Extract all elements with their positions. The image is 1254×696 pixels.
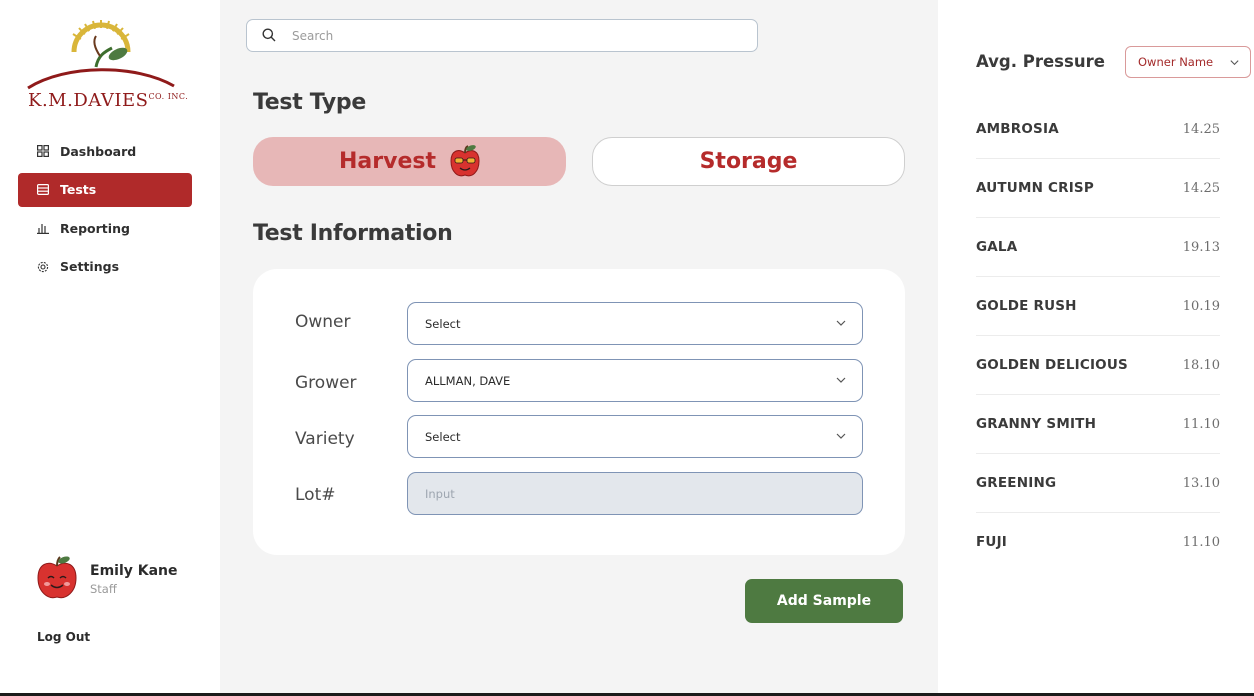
- sidebar-item-tests[interactable]: Tests: [18, 172, 192, 207]
- variety-name: GALA: [976, 239, 1018, 255]
- owner-name-filter-value: Owner Name: [1138, 55, 1214, 69]
- owner-label: Owner: [295, 312, 351, 332]
- harvest-toggle-button[interactable]: Harvest: [253, 137, 566, 186]
- pressure-panel-title: Avg. Pressure: [976, 52, 1105, 71]
- list-icon: [36, 183, 50, 197]
- sidebar-item-reporting[interactable]: Reporting: [18, 211, 192, 245]
- pressure-value: 11.10: [1182, 535, 1220, 550]
- grower-label: Grower: [295, 373, 357, 393]
- sidebar-item-label: Reporting: [60, 220, 130, 236]
- lot-label: Lot#: [295, 485, 336, 505]
- list-item: GREENING 13.10: [976, 454, 1220, 513]
- variety-name: FUJI: [976, 534, 1008, 550]
- grower-select[interactable]: ALLMAN, DAVE: [407, 359, 863, 402]
- test-information-title: Test Information: [253, 221, 453, 246]
- user-profile: Emily Kane Staff: [36, 556, 178, 602]
- variety-name: GRANNY SMITH: [976, 416, 1097, 432]
- sidebar-item-label: Tests: [60, 182, 97, 197]
- search-bar[interactable]: [246, 19, 758, 52]
- search-input[interactable]: [292, 28, 712, 43]
- harvest-label: Harvest: [339, 149, 436, 174]
- pressure-value: 19.13: [1182, 240, 1220, 255]
- grid-icon: [36, 144, 50, 158]
- storage-label: Storage: [699, 149, 798, 174]
- list-item: AUTUMN CRISP 14.25: [976, 159, 1220, 218]
- test-information-card: Owner Select Grower ALLMAN, DAVE Variety…: [253, 269, 905, 555]
- chevron-down-icon: [835, 374, 847, 386]
- variety-select[interactable]: Select: [407, 415, 863, 458]
- variety-name: AMBROSIA: [976, 121, 1059, 137]
- lot-field[interactable]: [407, 472, 863, 515]
- variety-pressure-list: AMBROSIA 14.25 AUTUMN CRISP 14.25 GALA 19.13 G…: [976, 100, 1220, 572]
- list-item: FUJI 11.10: [976, 513, 1220, 572]
- pressure-value: 14.25: [1182, 122, 1220, 137]
- company-name: K.M.DAVIESCO. INC.: [28, 90, 189, 111]
- chevron-down-icon: [835, 430, 847, 442]
- sidebar-item-label: Dashboard: [60, 143, 137, 159]
- list-item: GOLDE RUSH 10.19: [976, 277, 1220, 336]
- main-content: Test Type Harvest Storage Test Informati…: [220, 0, 938, 693]
- chevron-down-icon: [835, 317, 847, 329]
- owner-select-value: Select: [425, 316, 461, 331]
- sidebar-item-dashboard[interactable]: Dashboard: [18, 134, 192, 168]
- storage-toggle-button[interactable]: Storage: [592, 137, 905, 186]
- apple-sunglasses-icon: [450, 144, 480, 179]
- test-type-title: Test Type: [253, 90, 366, 115]
- user-name: Emily Kane: [90, 562, 178, 579]
- pressure-panel: Avg. Pressure Owner Name AMBROSIA 14.25 AU…: [938, 0, 1254, 693]
- gear-icon: [36, 260, 50, 274]
- grower-select-value: ALLMAN, DAVE: [425, 373, 511, 388]
- lot-input[interactable]: [425, 486, 825, 501]
- add-sample-button[interactable]: Add Sample: [745, 579, 903, 623]
- variety-label: Variety: [295, 429, 355, 449]
- app-window: K.M.DAVIESCO. INC. Dashboard Tests Repor…: [0, 0, 1254, 696]
- bar-chart-icon: [36, 221, 50, 235]
- variety-name: GREENING: [976, 475, 1057, 491]
- pressure-value: 10.19: [1182, 299, 1220, 314]
- list-item: GOLDEN DELICIOUS 18.10: [976, 336, 1220, 395]
- list-item: GRANNY SMITH 11.10: [976, 395, 1220, 454]
- pressure-value: 13.10: [1182, 476, 1220, 491]
- sidebar-item-settings[interactable]: Settings: [18, 250, 192, 284]
- variety-select-value: Select: [425, 429, 461, 444]
- apple-face-icon: [36, 556, 78, 602]
- sidebar-nav: Dashboard Tests Reporting Settings: [18, 134, 192, 288]
- variety-name: AUTUMN CRISP: [976, 180, 1094, 196]
- owner-select[interactable]: Select: [407, 302, 863, 345]
- company-logo: K.M.DAVIESCO. INC.: [26, 12, 188, 112]
- list-item: AMBROSIA 14.25: [976, 100, 1220, 159]
- pressure-value: 18.10: [1182, 358, 1220, 373]
- owner-name-filter[interactable]: Owner Name: [1125, 46, 1251, 78]
- logout-link[interactable]: Log Out: [37, 630, 90, 644]
- chevron-down-icon: [1229, 57, 1240, 68]
- sidebar: K.M.DAVIESCO. INC. Dashboard Tests Repor…: [0, 0, 220, 693]
- list-item: GALA 19.13: [976, 218, 1220, 277]
- variety-name: GOLDEN DELICIOUS: [976, 357, 1128, 373]
- sidebar-item-label: Settings: [60, 259, 120, 274]
- user-role: Staff: [90, 581, 117, 596]
- variety-name: GOLDE RUSH: [976, 298, 1077, 314]
- search-icon: [262, 28, 277, 43]
- pressure-value: 11.10: [1182, 417, 1220, 432]
- pressure-value: 14.25: [1182, 181, 1220, 196]
